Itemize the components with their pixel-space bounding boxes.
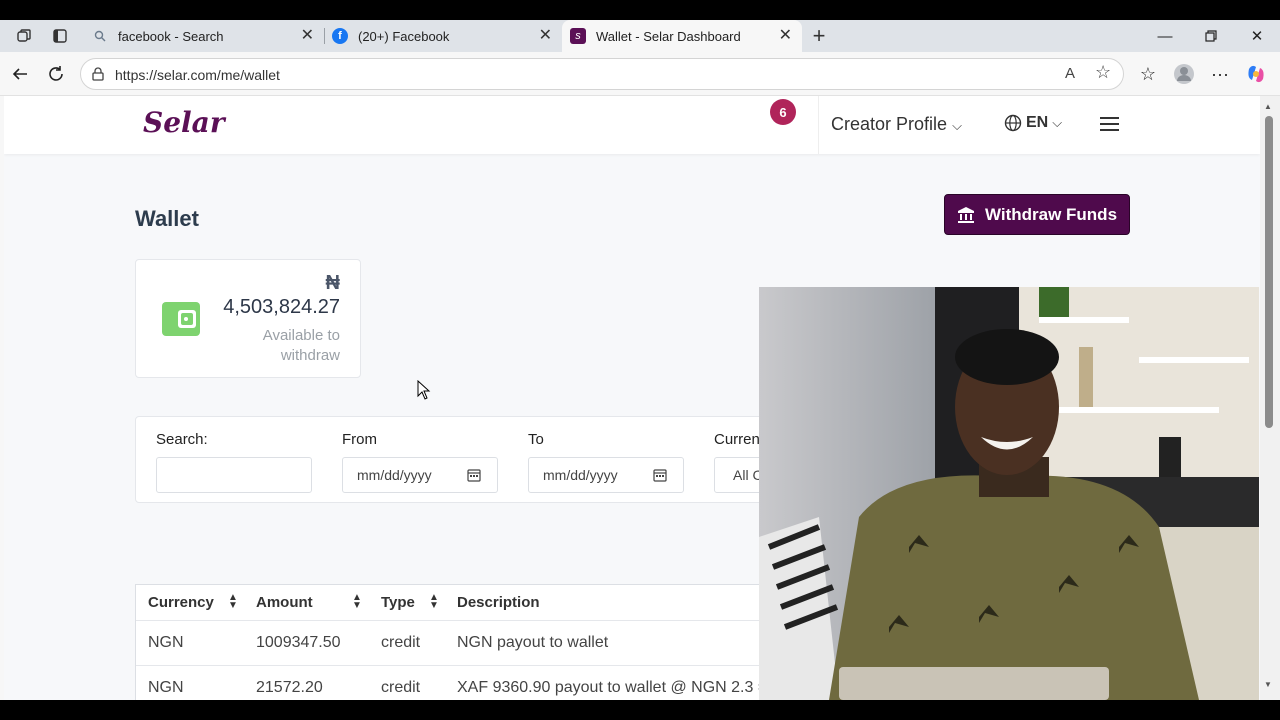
cell-currency: NGN <box>148 634 184 651</box>
cell-amount: 1009347.50 <box>256 634 341 651</box>
column-header-type[interactable]: Type <box>381 585 415 620</box>
tab-title: facebook - Search <box>118 28 224 44</box>
workspaces-icon[interactable] <box>14 26 34 46</box>
cell-type: credit <box>381 634 421 651</box>
column-label: Currency <box>148 594 214 611</box>
restore-icon[interactable] <box>1188 20 1234 52</box>
scrollbar-thumb[interactable] <box>1265 116 1273 428</box>
globe-icon <box>1004 114 1022 132</box>
column-header-description[interactable]: Description <box>457 585 540 620</box>
creator-profile-menu[interactable]: Creator Profile ⌵ <box>831 114 962 135</box>
close-tab-icon[interactable]: ✕ <box>301 28 314 44</box>
from-date-input[interactable]: mm/dd/yyyy <box>342 457 498 493</box>
cell-amount: 21572.20 <box>256 679 323 696</box>
scroll-down-icon[interactable]: ▼ <box>1264 680 1272 689</box>
tab-title: (20+) Facebook <box>358 28 450 44</box>
balance-card: ₦ 4,503,824.27 Available to withdraw <box>135 259 361 378</box>
balance-amount: 4,503,824.27 <box>223 296 340 318</box>
tab-selar-wallet[interactable]: s Wallet - Selar Dashboard ✕ <box>562 20 802 52</box>
facebook-icon: f <box>332 28 348 44</box>
tab-facebook-search[interactable]: facebook - Search ✕ <box>84 20 325 52</box>
calendar-icon[interactable] <box>653 468 667 482</box>
hamburger-menu-icon[interactable] <box>1100 117 1119 131</box>
close-tab-icon[interactable]: ✕ <box>539 28 552 44</box>
address-bar-row: https://selar.com/me/wallet A ☆ ☆ ··· <box>0 52 1280 96</box>
currency-label: Curren <box>714 431 760 448</box>
more-options-icon[interactable]: ··· <box>1208 62 1232 86</box>
read-aloud-icon[interactable]: A <box>1065 65 1075 82</box>
copilot-icon[interactable] <box>1244 62 1268 86</box>
search-icon <box>92 28 108 44</box>
minimize-icon[interactable]: — <box>1142 20 1188 52</box>
sort-icon[interactable]: ▲ ▼ <box>228 593 238 611</box>
to-date-placeholder: mm/dd/yyyy <box>543 467 618 483</box>
new-tab-icon[interactable]: + <box>809 23 829 48</box>
from-date-placeholder: mm/dd/yyyy <box>357 467 432 483</box>
selar-logo[interactable]: Selar <box>143 106 225 139</box>
scroll-up-icon[interactable]: ▲ <box>1264 102 1272 111</box>
tab-title: Wallet - Selar Dashboard <box>596 28 741 44</box>
page-title: Wallet <box>135 206 199 231</box>
sort-icon[interactable]: ▲ ▼ <box>429 593 439 611</box>
notification-badge[interactable]: 6 <box>770 99 796 125</box>
lock-icon[interactable] <box>91 67 105 81</box>
calendar-icon[interactable] <box>467 468 481 482</box>
selar-icon: s <box>570 28 586 44</box>
favorites-icon[interactable]: ☆ <box>1136 62 1160 86</box>
close-tab-icon[interactable]: ✕ <box>779 28 792 44</box>
column-label: Type <box>381 594 415 611</box>
close-window-icon[interactable]: ✕ <box>1234 20 1280 52</box>
url-text: https://selar.com/me/wallet <box>115 67 280 83</box>
to-label: To <box>528 431 544 448</box>
withdraw-label: Withdraw Funds <box>984 204 1118 224</box>
tab-facebook[interactable]: f (20+) Facebook ✕ <box>324 20 562 52</box>
webcam-overlay <box>759 287 1259 700</box>
currency-symbol: ₦ <box>325 272 340 294</box>
language-selector[interactable]: EN ⌵ <box>1004 114 1062 132</box>
to-date-input[interactable]: mm/dd/yyyy <box>528 457 684 493</box>
balance-caption: Available to withdraw <box>262 327 340 364</box>
back-icon[interactable] <box>8 62 32 86</box>
mouse-cursor-icon <box>417 380 431 400</box>
cell-type: credit <box>381 679 421 696</box>
tab-bar: facebook - Search ✕ f (20+) Facebook ✕ s… <box>0 20 1280 52</box>
page-scrollbar[interactable]: ▲ ▼ <box>1260 96 1280 700</box>
search-label: Search: <box>156 431 208 448</box>
refresh-icon[interactable] <box>44 62 68 86</box>
wallet-icon <box>162 302 200 336</box>
from-label: From <box>342 431 377 448</box>
column-label: Amount <box>256 594 313 611</box>
cell-description: XAF 9360.90 payout to wallet @ NGN 2.3 = <box>457 679 768 696</box>
url-field[interactable]: https://selar.com/me/wallet A ☆ <box>80 58 1124 90</box>
bank-icon <box>957 206 974 223</box>
sort-icon[interactable]: ▲ ▼ <box>352 593 362 611</box>
column-header-currency[interactable]: Currency <box>148 585 214 620</box>
search-input[interactable] <box>156 457 312 493</box>
site-header: Selar 6 Creator Profile ⌵ EN ⌵ <box>4 96 1260 154</box>
profile-avatar-icon[interactable] <box>1172 62 1196 86</box>
withdraw-funds-button[interactable]: Withdraw Funds <box>944 194 1130 235</box>
cell-description: NGN payout to wallet <box>457 634 609 651</box>
favorite-star-icon[interactable]: ☆ <box>1095 62 1111 83</box>
creator-profile-label: Creator Profile <box>831 114 948 134</box>
column-label: Description <box>457 594 540 611</box>
language-label: EN <box>1026 114 1049 131</box>
tab-actions-icon[interactable] <box>50 26 70 46</box>
chevron-down-icon: ⌵ <box>1052 115 1063 130</box>
cell-currency: NGN <box>148 679 184 696</box>
column-header-amount[interactable]: Amount <box>256 585 313 620</box>
chevron-down-icon: ⌵ <box>952 118 962 133</box>
